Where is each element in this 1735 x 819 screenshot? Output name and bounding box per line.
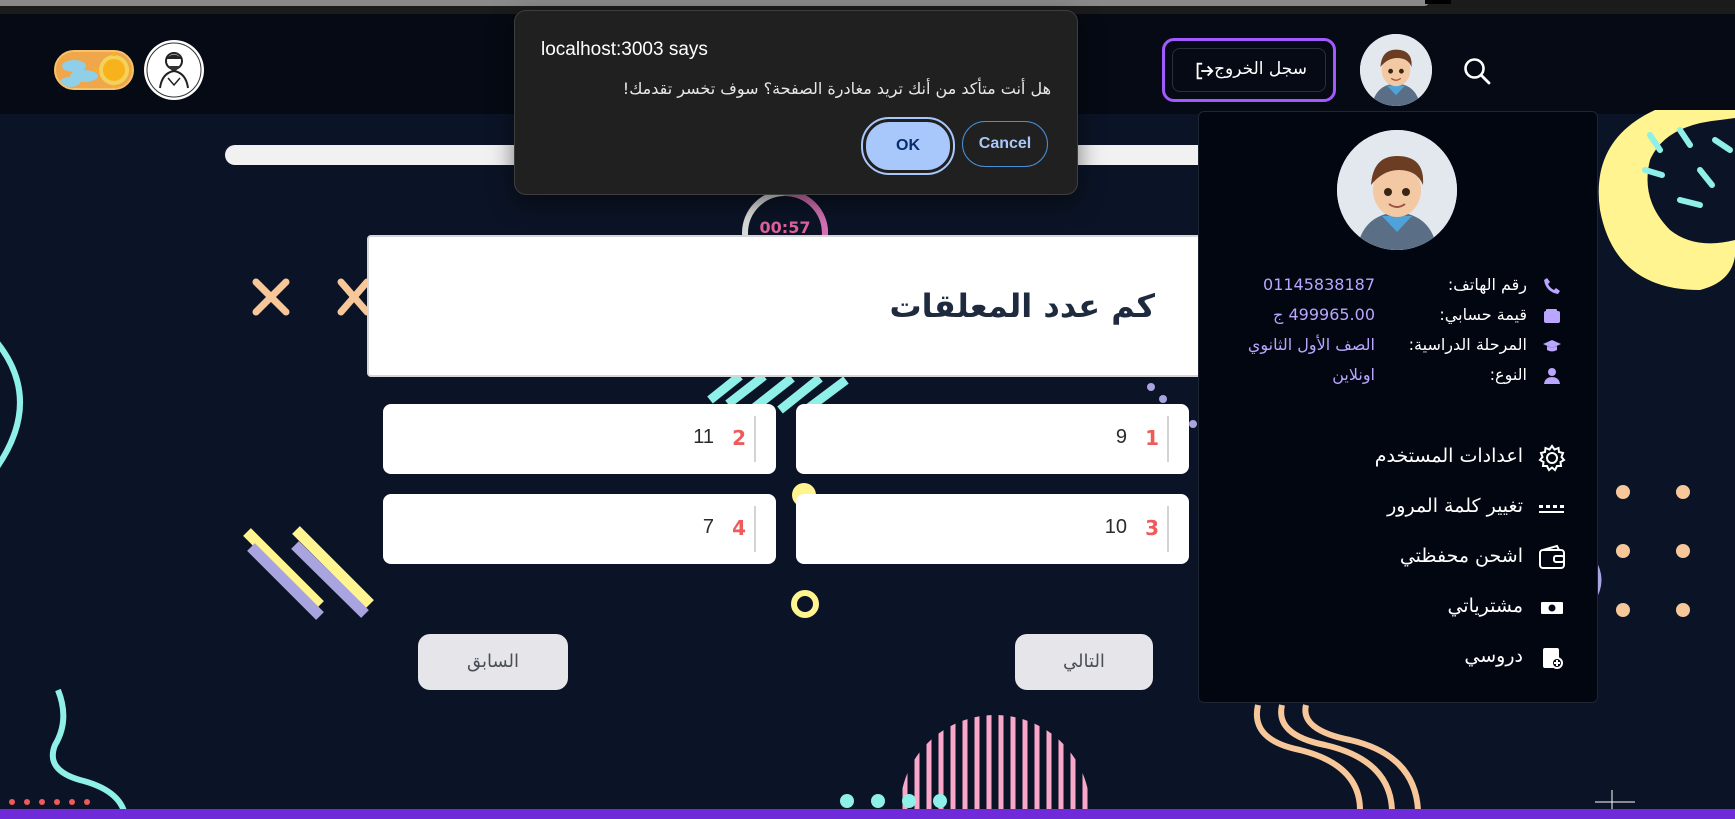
next-button[interactable]: التالي <box>1015 634 1153 690</box>
ok-button[interactable]: OK <box>861 117 955 175</box>
answer-option-2[interactable]: 2 11 <box>383 404 776 474</box>
menu-label: اشحن محفظتي <box>1399 545 1523 567</box>
option-value: 10 <box>1104 516 1127 538</box>
menu-user-settings[interactable]: اعدادات المستخدم <box>1347 439 1567 479</box>
profile-dropdown: رقم الهاتف: 01145838187 قيمة حسابي: 4999… <box>1198 111 1598 703</box>
option-value: 7 <box>702 516 714 538</box>
info-stage: المرحلة الدراسية: الصف الأول الثانوي <box>1199 335 1597 361</box>
bottom-bar <box>0 809 1735 819</box>
money-icon <box>1541 602 1563 614</box>
option-number: 2 <box>732 426 746 450</box>
menu-charge-wallet[interactable]: اشحن محفظتي <box>1347 539 1567 579</box>
previous-button[interactable]: السابق <box>418 634 568 690</box>
phone-icon <box>1544 278 1560 294</box>
question-card: كم عدد المعلقات <box>367 235 1267 377</box>
option-number: 1 <box>1145 426 1159 450</box>
menu-label: تغيير كلمة المرور <box>1387 495 1523 517</box>
type-label: النوع: <box>1489 365 1527 384</box>
menu-lessons[interactable]: دروسي <box>1347 639 1567 679</box>
menu-label: مشترياتي <box>1447 595 1523 617</box>
confirm-dialog: localhost:3003 says هل أنت متأكد من أنك … <box>514 10 1078 195</box>
answer-option-3[interactable]: 3 10 <box>796 494 1189 564</box>
info-phone: رقم الهاتف: 01145838187 <box>1199 275 1597 301</box>
wallet-icon <box>1539 544 1565 569</box>
question-text: كم عدد المعلقات <box>889 287 1155 325</box>
menu-change-password[interactable]: تغيير كلمة المرور <box>1347 489 1567 529</box>
option-value: 11 <box>693 426 714 448</box>
theme-toggle[interactable] <box>54 50 134 90</box>
logout-button[interactable]: سجل الخروج <box>1162 38 1336 102</box>
logout-label: سجل الخروج <box>1214 59 1307 79</box>
logout-icon <box>1196 62 1214 80</box>
password-icon <box>1539 505 1564 513</box>
wallet-small-icon <box>1544 309 1560 323</box>
profile-avatar <box>1337 130 1457 250</box>
teacher-logo-icon <box>146 42 202 98</box>
answer-option-1[interactable]: 1 9 <box>796 404 1189 474</box>
dialog-message: هل أنت متأكد من أنك تريد مغادرة الصفحة؟ … <box>622 79 1051 98</box>
user-icon <box>1544 368 1560 384</box>
balance-value: 499965.00 ج <box>1273 305 1375 324</box>
balance-label: قيمة حسابي: <box>1439 305 1527 324</box>
graduation-cap-icon <box>1543 340 1561 352</box>
avatar-image <box>1337 130 1457 250</box>
option-number: 4 <box>732 516 746 540</box>
stage-value: الصف الأول الثانوي <box>1247 335 1375 354</box>
gear-icon <box>1538 444 1566 472</box>
info-balance: قيمة حسابي: 499965.00 ج <box>1199 305 1597 331</box>
type-value: اونلاين <box>1332 365 1375 384</box>
menu-label: دروسي <box>1464 645 1523 667</box>
phone-value: 01145838187 <box>1263 275 1375 294</box>
site-logo[interactable] <box>144 40 204 100</box>
dialog-title: localhost:3003 says <box>541 39 708 60</box>
menu-label: اعدادات المستخدم <box>1374 445 1523 467</box>
user-avatar[interactable] <box>1360 34 1432 106</box>
stage-label: المرحلة الدراسية: <box>1408 335 1527 354</box>
phone-label: رقم الهاتف: <box>1447 275 1527 294</box>
cancel-button[interactable]: Cancel <box>962 121 1048 167</box>
menu-purchases[interactable]: مشترياتي <box>1347 589 1567 629</box>
avatar-image <box>1360 34 1432 106</box>
answer-option-4[interactable]: 4 7 <box>383 494 776 564</box>
sun-cloud-icon <box>56 52 132 88</box>
lessons-icon <box>1543 648 1563 669</box>
option-number: 3 <box>1145 516 1159 540</box>
option-value: 9 <box>1115 426 1127 448</box>
search-icon[interactable] <box>1462 56 1492 86</box>
info-type: النوع: اونلاين <box>1199 365 1597 391</box>
